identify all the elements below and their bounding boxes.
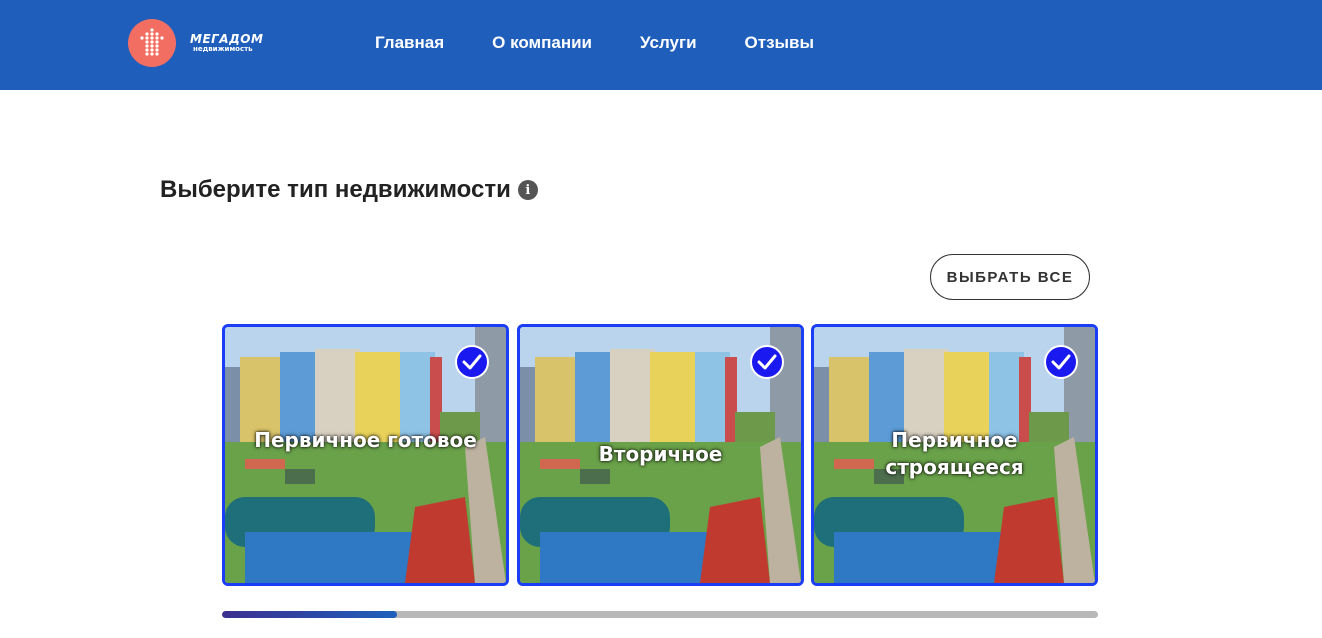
title-row: Выберите тип недвижимости i	[160, 176, 538, 204]
card-label: Первичное готовое	[254, 428, 477, 452]
checkmark-icon[interactable]	[455, 345, 489, 379]
logo-subtitle: недвижимость	[193, 45, 253, 53]
select-all-button[interactable]: ВЫБРАТЬ ВСЕ	[930, 254, 1090, 300]
card-label: Первичное строящееся	[885, 428, 1024, 479]
nav-item-reviews[interactable]: Отзывы	[745, 33, 815, 53]
site-header: МЕГАДОМ недвижимость Главная О компании …	[0, 0, 1322, 90]
checkmark-icon[interactable]	[1044, 345, 1078, 379]
info-icon[interactable]: i	[517, 180, 538, 200]
property-type-cards: Первичное готовое Вторичное Первичное ст…	[222, 324, 1098, 586]
card-primary-under-construction[interactable]: Первичное строящееся	[811, 324, 1098, 586]
logo[interactable]: МЕГАДОМ недвижимость	[128, 19, 263, 67]
nav-item-services[interactable]: Услуги	[640, 33, 697, 53]
logo-title: МЕГАДОМ	[190, 32, 264, 46]
main-nav: Главная О компании Услуги Отзывы	[375, 33, 862, 53]
card-secondary[interactable]: Вторичное	[517, 324, 804, 586]
nav-item-about[interactable]: О компании	[492, 33, 592, 53]
card-label: Вторичное	[598, 442, 723, 466]
progress-bar-fill	[222, 611, 398, 618]
logo-text: МЕГАДОМ недвижимость	[190, 33, 263, 53]
nav-item-home[interactable]: Главная	[375, 33, 444, 53]
checkmark-icon[interactable]	[750, 345, 784, 379]
logo-mark-icon	[128, 19, 176, 67]
page-title: Выберите тип недвижимости	[160, 176, 511, 203]
progress-bar	[222, 611, 1098, 618]
card-primary-ready[interactable]: Первичное готовое	[222, 324, 509, 586]
